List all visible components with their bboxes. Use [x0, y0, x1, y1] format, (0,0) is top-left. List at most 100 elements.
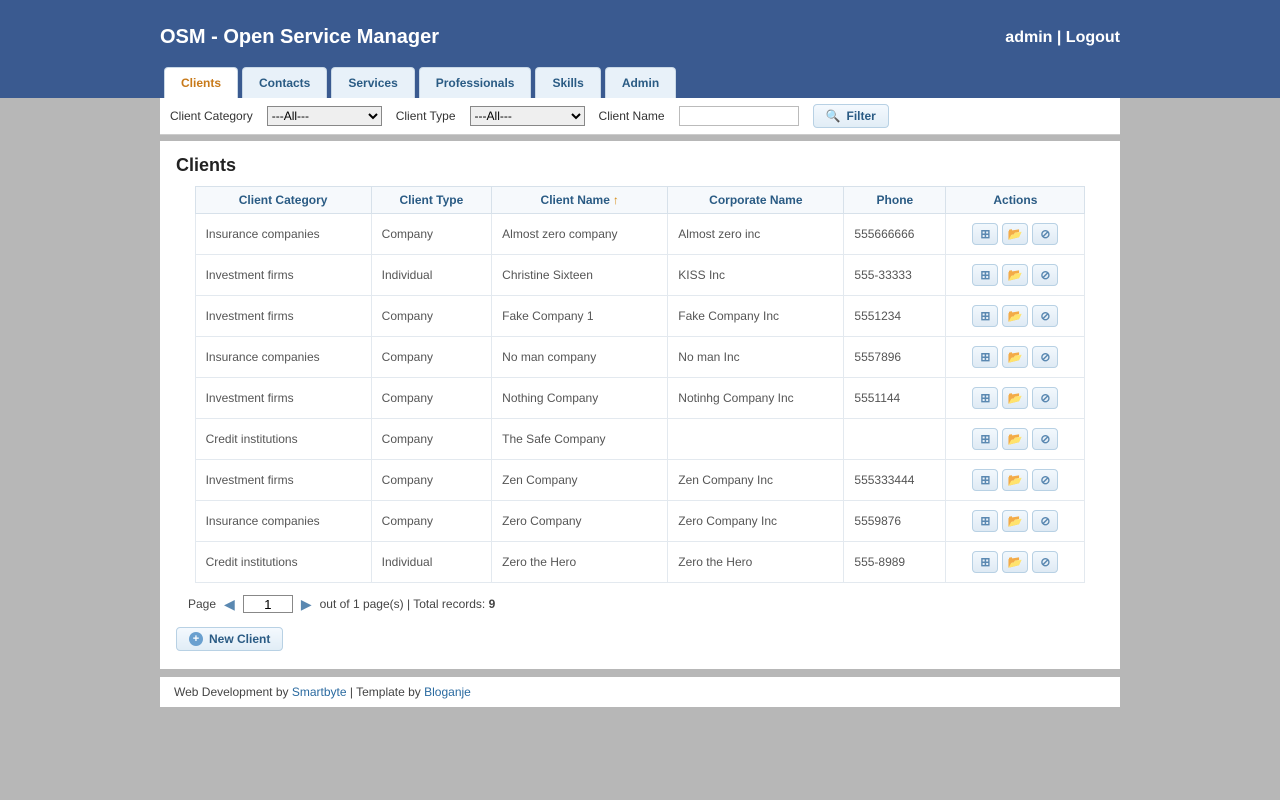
logout-link[interactable]: Logout	[1066, 29, 1120, 46]
view-action[interactable]: ⊞	[972, 510, 998, 532]
cell-name: No man company	[492, 337, 668, 378]
disable-action[interactable]: ⊘	[1032, 428, 1058, 450]
view-icon: ⊞	[980, 555, 990, 569]
cell-phone	[844, 419, 946, 460]
footer-link-bloganje[interactable]: Bloganje	[424, 685, 471, 699]
cell-category: Investment firms	[195, 378, 371, 419]
cell-corporate: Almost zero inc	[668, 214, 844, 255]
cell-category: Credit institutions	[195, 542, 371, 583]
table-row: Insurance companiesCompanyAlmost zero co…	[195, 214, 1085, 255]
th-corporate-name[interactable]: Corporate Name	[668, 187, 844, 214]
cell-category: Insurance companies	[195, 337, 371, 378]
folder-icon: 📂	[1008, 514, 1023, 528]
folder-icon: 📂	[1008, 555, 1023, 569]
open-action[interactable]: 📂	[1002, 551, 1028, 573]
tab-admin[interactable]: Admin	[605, 67, 676, 98]
cell-corporate	[668, 419, 844, 460]
disable-action[interactable]: ⊘	[1032, 305, 1058, 327]
cell-corporate: KISS Inc	[668, 255, 844, 296]
pager-prev-icon[interactable]: ◀	[224, 596, 235, 613]
cell-type: Individual	[371, 255, 492, 296]
table-row: Investment firmsCompanyNothing CompanyNo…	[195, 378, 1085, 419]
cell-phone: 555333444	[844, 460, 946, 501]
table-row: Insurance companiesCompanyNo man company…	[195, 337, 1085, 378]
filter-name-input[interactable]	[679, 106, 799, 126]
view-action[interactable]: ⊞	[972, 387, 998, 409]
open-action[interactable]: 📂	[1002, 387, 1028, 409]
filter-name-label: Client Name	[599, 109, 665, 123]
pager-page-label: Page	[188, 597, 216, 611]
pager-page-input[interactable]	[243, 595, 293, 613]
tab-contacts[interactable]: Contacts	[242, 67, 327, 98]
th-phone[interactable]: Phone	[844, 187, 946, 214]
disable-action[interactable]: ⊘	[1032, 387, 1058, 409]
open-action[interactable]: 📂	[1002, 469, 1028, 491]
open-action[interactable]: 📂	[1002, 223, 1028, 245]
folder-icon: 📂	[1008, 432, 1023, 446]
disable-action[interactable]: ⊘	[1032, 551, 1058, 573]
tab-clients[interactable]: Clients	[164, 67, 238, 98]
tab-professionals[interactable]: Professionals	[419, 67, 532, 98]
disable-action[interactable]: ⊘	[1032, 264, 1058, 286]
view-icon: ⊞	[980, 432, 990, 446]
cell-actions: ⊞📂⊘	[946, 296, 1085, 337]
th-client-category[interactable]: Client Category	[195, 187, 371, 214]
open-action[interactable]: 📂	[1002, 305, 1028, 327]
username-link[interactable]: admin	[1005, 29, 1052, 46]
th-client-name[interactable]: Client Name↑	[492, 187, 668, 214]
disable-icon: ⊘	[1040, 350, 1050, 364]
th-client-type[interactable]: Client Type	[371, 187, 492, 214]
view-action[interactable]: ⊞	[972, 428, 998, 450]
view-action[interactable]: ⊞	[972, 305, 998, 327]
open-action[interactable]: 📂	[1002, 510, 1028, 532]
table-row: Credit institutionsCompanyThe Safe Compa…	[195, 419, 1085, 460]
tab-skills[interactable]: Skills	[535, 67, 600, 98]
footer: Web Development by Smartbyte | Template …	[160, 677, 1120, 707]
cell-phone: 5559876	[844, 501, 946, 542]
tab-services[interactable]: Services	[331, 67, 414, 98]
pager-next-icon[interactable]: ▶	[301, 596, 312, 613]
cell-corporate: Zero the Hero	[668, 542, 844, 583]
cell-actions: ⊞ 📂 ⊘	[946, 542, 1085, 583]
cell-phone: 5551144	[844, 378, 946, 419]
disable-action[interactable]: ⊘	[1032, 223, 1058, 245]
table-row: Credit institutionsIndividualZero the He…	[195, 542, 1085, 583]
view-action[interactable]: ⊞	[972, 469, 998, 491]
cell-phone: 5551234	[844, 296, 946, 337]
open-action[interactable]: 📂	[1002, 428, 1028, 450]
filter-bar: Client Category ---All--- Client Type --…	[160, 98, 1120, 135]
view-icon: ⊞	[980, 473, 990, 487]
filter-type-label: Client Type	[396, 109, 456, 123]
cell-category: Insurance companies	[195, 501, 371, 542]
footer-link-smartbyte[interactable]: Smartbyte	[292, 685, 347, 699]
cell-type: Company	[371, 419, 492, 460]
view-action[interactable]: ⊞	[972, 223, 998, 245]
new-client-button[interactable]: + New Client	[176, 627, 283, 651]
filter-button[interactable]: 🔍 Filter	[813, 104, 889, 128]
view-action[interactable]: ⊞	[972, 346, 998, 368]
cell-phone: 555-33333	[844, 255, 946, 296]
disable-action[interactable]: ⊘	[1032, 469, 1058, 491]
th-actions: Actions	[946, 187, 1085, 214]
folder-icon: 📂	[1008, 227, 1023, 241]
user-box: admin | Logout	[1005, 29, 1120, 47]
filter-category-select[interactable]: ---All---	[267, 106, 382, 126]
view-icon: ⊞	[980, 514, 990, 528]
page-title: Clients	[176, 155, 1104, 176]
open-action[interactable]: 📂	[1002, 346, 1028, 368]
open-action[interactable]: 📂	[1002, 264, 1028, 286]
cell-name: Nothing Company	[492, 378, 668, 419]
disable-action[interactable]: ⊘	[1032, 510, 1058, 532]
cell-corporate: No man Inc	[668, 337, 844, 378]
cell-category: Credit institutions	[195, 419, 371, 460]
cell-category: Insurance companies	[195, 214, 371, 255]
table-row: Investment firmsIndividualChristine Sixt…	[195, 255, 1085, 296]
cell-type: Company	[371, 501, 492, 542]
view-action[interactable]: ⊞	[972, 264, 998, 286]
view-icon: ⊞	[980, 350, 990, 364]
filter-type-select[interactable]: ---All---	[470, 106, 585, 126]
disable-action[interactable]: ⊘	[1032, 346, 1058, 368]
view-action[interactable]: ⊞	[972, 551, 998, 573]
filter-category-label: Client Category	[170, 109, 253, 123]
cell-corporate: Fake Company Inc	[668, 296, 844, 337]
